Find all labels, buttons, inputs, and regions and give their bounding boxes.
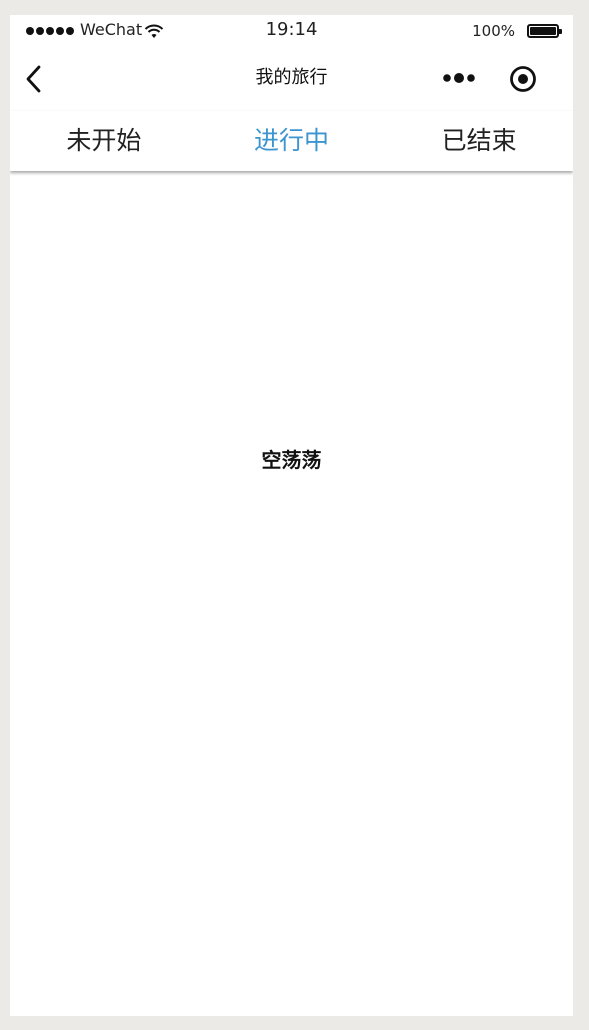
tab-in-progress[interactable]: 进行中: [198, 111, 386, 171]
phone-screen: WeChat 19:14 100% 我的旅行 未开始 进行中 已结束 空荡荡: [10, 15, 573, 1016]
empty-state-text: 空荡荡: [261, 448, 322, 472]
trip-status-tabs: 未开始 进行中 已结束: [10, 111, 573, 171]
battery-icon: [527, 24, 562, 38]
status-bar: WeChat 19:14 100%: [10, 15, 573, 47]
tab-finished[interactable]: 已结束: [385, 111, 573, 171]
more-dots-icon[interactable]: [442, 68, 478, 88]
tab-not-started[interactable]: 未开始: [10, 111, 198, 171]
page-title: 我的旅行: [255, 67, 328, 88]
target-circle-icon[interactable]: [508, 64, 538, 94]
navigation-bar: 我的旅行: [10, 47, 573, 111]
battery-percent: 100%: [472, 22, 515, 40]
